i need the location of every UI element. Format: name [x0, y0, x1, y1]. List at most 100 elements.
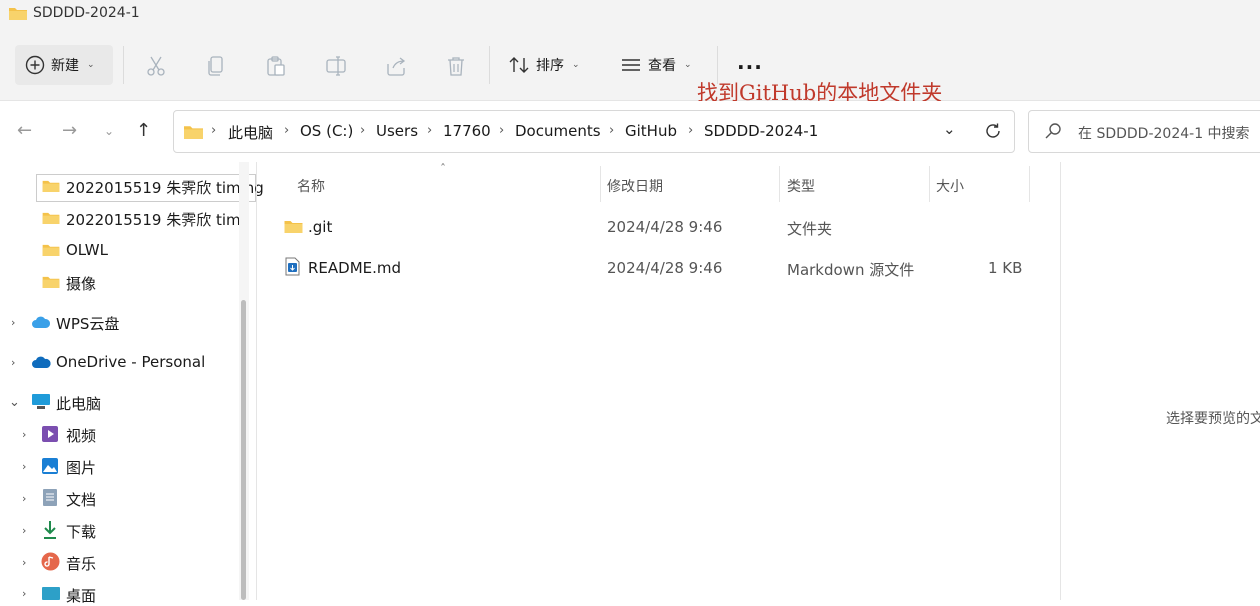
breadcrumb-separator-icon: › [284, 123, 290, 138]
sidebar-item-this-pc[interactable]: 此电脑 [56, 393, 101, 414]
breadcrumb-item[interactable]: 此电脑 [228, 122, 273, 143]
column-header-date[interactable]: 修改日期 [607, 176, 663, 196]
breadcrumb-item[interactable]: Users [376, 122, 418, 140]
breadcrumb-separator-icon: › [211, 123, 217, 138]
expand-chevron-icon[interactable]: › [11, 316, 15, 329]
plus-circle-icon [25, 55, 45, 75]
sidebar-scrollbar-thumb[interactable] [241, 300, 246, 600]
sidebar-item-videos[interactable]: 视频 [66, 425, 96, 446]
sort-button-label: 排序 [536, 58, 564, 74]
desktop-icon [42, 587, 60, 600]
expand-chevron-icon[interactable]: › [22, 524, 26, 537]
more-options-button[interactable]: ... [737, 50, 763, 74]
file-date: 2024/4/28 9:46 [607, 218, 723, 236]
folder-icon [42, 212, 60, 224]
sidebar-item-folder[interactable]: 2022015519 朱霁欣 timing [66, 177, 264, 198]
recent-locations-chevron-icon[interactable]: ⌄ [104, 124, 114, 138]
file-type: Markdown 源文件 [787, 261, 915, 279]
breadcrumb-item-current[interactable]: SDDDD-2024-1 [704, 122, 818, 140]
this-pc-icon [32, 394, 50, 409]
videos-icon [42, 426, 58, 442]
rename-icon[interactable] [325, 55, 347, 77]
breadcrumb-item[interactable]: OS (C:) [300, 122, 353, 140]
file-name[interactable]: README.md [308, 259, 401, 277]
toolbar-divider [123, 46, 124, 84]
file-name[interactable]: .git [308, 218, 332, 236]
column-header-name[interactable]: 名称 [297, 176, 325, 196]
expand-chevron-icon[interactable]: › [22, 556, 26, 569]
expand-chevron-icon[interactable]: › [11, 356, 15, 369]
folder-icon [42, 180, 60, 192]
breadcrumb-item[interactable]: GitHub [625, 122, 677, 140]
collapse-chevron-icon[interactable]: ⌄ [9, 395, 20, 410]
new-button-label: 新建 [51, 58, 79, 74]
expand-chevron-icon[interactable]: › [22, 460, 26, 473]
preview-pane-divider [1060, 162, 1061, 600]
back-arrow-icon[interactable]: ← [17, 120, 32, 141]
sidebar-item-folder[interactable]: 摄像 [66, 273, 96, 294]
column-divider[interactable] [1029, 166, 1030, 202]
search-input[interactable]: 在 SDDDD-2024-1 中搜索 [1078, 123, 1250, 143]
delete-icon[interactable] [445, 55, 467, 77]
column-divider[interactable] [779, 166, 780, 202]
up-arrow-icon[interactable]: ↑ [136, 120, 151, 141]
pane-divider[interactable] [256, 162, 257, 600]
copy-icon[interactable] [205, 55, 227, 77]
breadcrumb-item[interactable]: 17760 [443, 122, 491, 140]
breadcrumb-separator-icon: › [688, 123, 694, 138]
sidebar-item-downloads[interactable]: 下载 [66, 521, 96, 542]
folder-icon [42, 244, 60, 256]
folder-icon [42, 276, 60, 288]
onedrive-cloud-icon [32, 356, 51, 368]
folder-icon [184, 126, 203, 139]
forward-arrow-icon[interactable]: → [62, 120, 77, 141]
file-size: 1 KB [988, 259, 1023, 277]
folder-icon [9, 8, 27, 20]
sidebar-item-documents[interactable]: 文档 [66, 489, 96, 510]
sidebar-item-desktop[interactable]: 桌面 [66, 585, 96, 606]
breadcrumb-separator-icon: › [609, 123, 615, 138]
view-button[interactable]: 查看 ⌄ [620, 45, 692, 85]
wps-cloud-icon [32, 316, 51, 328]
sidebar-item-wps-cloud[interactable]: WPS云盘 [56, 313, 119, 334]
sidebar-item-folder[interactable]: 2022015519 朱霁欣 tim [66, 209, 241, 230]
chevron-down-icon: ⌄ [684, 60, 692, 70]
new-button[interactable]: 新建 ⌄ [15, 45, 113, 85]
breadcrumb-separator-icon: › [360, 123, 366, 138]
title-bar [0, 0, 1260, 30]
expand-chevron-icon[interactable]: › [22, 492, 26, 505]
view-icon [622, 59, 640, 71]
window-title: SDDDD-2024-1 [33, 5, 140, 21]
preview-placeholder: 选择要预览的文件。 [1166, 411, 1260, 427]
chevron-down-icon: ⌄ [572, 60, 580, 70]
column-header-size[interactable]: 大小 [936, 176, 964, 196]
sidebar-item-onedrive[interactable]: OneDrive - Personal [56, 353, 205, 371]
markdown-file-icon [285, 257, 300, 276]
sort-button[interactable]: 排序 ⌄ [508, 45, 580, 85]
column-header-type[interactable]: 类型 [787, 176, 815, 196]
search-icon [1045, 123, 1061, 139]
paste-icon[interactable] [265, 55, 287, 77]
chevron-down-icon: ⌄ [87, 60, 95, 70]
folder-icon [284, 221, 303, 233]
sort-ascending-icon: ˆ [440, 162, 446, 176]
address-history-chevron-icon[interactable]: ⌄ [943, 120, 956, 138]
breadcrumb-separator-icon: › [499, 123, 505, 138]
breadcrumb-item[interactable]: Documents [515, 122, 601, 140]
music-icon [41, 552, 60, 571]
expand-chevron-icon[interactable]: › [22, 428, 26, 441]
cut-icon[interactable] [145, 55, 167, 77]
pictures-icon [42, 458, 58, 474]
column-divider[interactable] [929, 166, 930, 202]
column-divider[interactable] [600, 166, 601, 202]
sidebar-item-music[interactable]: 音乐 [66, 553, 96, 574]
sort-icon [509, 57, 529, 73]
downloads-icon [44, 521, 56, 539]
toolbar-divider [489, 46, 490, 84]
share-icon[interactable] [385, 55, 407, 77]
sidebar-item-pictures[interactable]: 图片 [66, 457, 96, 478]
refresh-icon[interactable] [984, 122, 1002, 140]
expand-chevron-icon[interactable]: › [22, 587, 26, 600]
sidebar-item-folder[interactable]: OLWL [66, 241, 108, 259]
file-type: 文件夹 [787, 220, 833, 238]
